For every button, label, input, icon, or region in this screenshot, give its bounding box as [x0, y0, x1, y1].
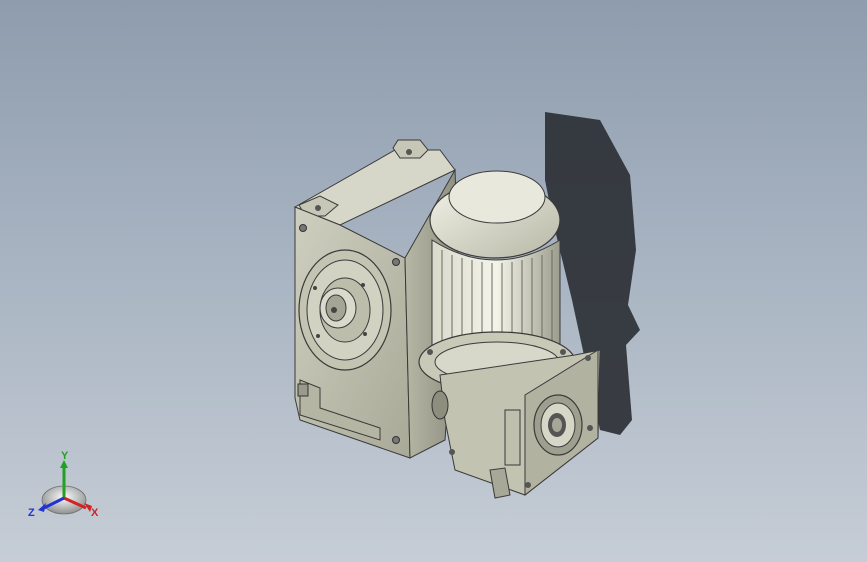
z-axis-arrow	[38, 503, 46, 512]
x-axis-label: X	[91, 507, 99, 519]
worm-reducer[interactable]	[431, 349, 601, 499]
y-axis-label: Y	[61, 450, 69, 462]
coordinate-triad[interactable]: Y X Z	[28, 450, 99, 519]
viewport-canvas[interactable]: Y X Z	[0, 0, 867, 562]
output-flange[interactable]	[298, 249, 392, 371]
3d-viewport[interactable]: Y X Z	[0, 0, 867, 562]
z-axis-label: Z	[28, 507, 35, 519]
